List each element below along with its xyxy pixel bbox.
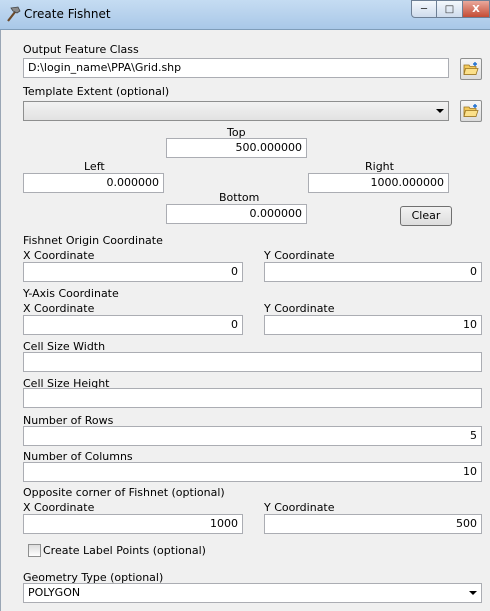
- geometry-type-dropdown[interactable]: POLYGON: [23, 583, 482, 603]
- browse-template-button[interactable]: [460, 100, 482, 122]
- chevron-down-icon: [436, 109, 444, 113]
- opposite-x-label: X Coordinate: [23, 501, 95, 514]
- extent-bottom-input[interactable]: 0.000000: [166, 204, 307, 224]
- extent-bottom-label: Bottom: [219, 191, 260, 204]
- origin-heading: Fishnet Origin Coordinate: [23, 234, 163, 247]
- output-feature-class-label: Output Feature Class: [23, 43, 139, 56]
- minimize-button[interactable]: ─: [411, 0, 437, 18]
- extent-right-input[interactable]: 1000.000000: [308, 173, 449, 193]
- window-controls: ─ □ X: [411, 0, 490, 20]
- opposite-corner-heading: Opposite corner of Fishnet (optional): [23, 486, 225, 499]
- create-label-points-checkbox[interactable]: [28, 544, 41, 557]
- cell-size-width-input[interactable]: [23, 352, 482, 372]
- opposite-y-label: Y Coordinate: [264, 501, 335, 514]
- yaxis-y-input[interactable]: 10: [264, 315, 482, 335]
- chevron-down-icon: [469, 591, 477, 595]
- hammer-icon: [4, 5, 22, 23]
- yaxis-x-label: X Coordinate: [23, 302, 95, 315]
- extent-left-input[interactable]: 0.000000: [23, 173, 164, 193]
- origin-x-input[interactable]: 0: [23, 262, 243, 282]
- number-of-columns-input[interactable]: 10: [23, 462, 482, 482]
- tool-dialog-panel: Output Feature Class D:\login_name\PPA\G…: [0, 30, 490, 611]
- maximize-button[interactable]: □: [437, 0, 463, 18]
- create-label-points-label: Create Label Points (optional): [43, 544, 206, 557]
- cell-size-height-input[interactable]: [23, 388, 482, 408]
- window-title: Create Fishnet: [24, 7, 111, 21]
- opposite-x-input[interactable]: 1000: [23, 514, 243, 534]
- geometry-type-value: POLYGON: [28, 586, 81, 599]
- origin-x-label: X Coordinate: [23, 249, 95, 262]
- template-extent-dropdown[interactable]: [23, 101, 449, 121]
- output-feature-class-input[interactable]: D:\login_name\PPA\Grid.shp: [23, 58, 449, 78]
- template-extent-label: Template Extent (optional): [23, 85, 170, 98]
- extent-top-input[interactable]: 500.000000: [166, 138, 307, 158]
- close-button[interactable]: X: [463, 0, 490, 18]
- clear-extent-button[interactable]: Clear: [400, 206, 452, 226]
- title-bar[interactable]: Create Fishnet ─ □ X: [0, 0, 490, 30]
- origin-y-input[interactable]: 0: [264, 262, 482, 282]
- yaxis-heading: Y-Axis Coordinate: [23, 287, 119, 300]
- yaxis-y-label: Y Coordinate: [264, 302, 335, 315]
- yaxis-x-input[interactable]: 0: [23, 315, 243, 335]
- opposite-y-input[interactable]: 500: [264, 514, 482, 534]
- extent-right-label: Right: [365, 160, 394, 173]
- extent-left-label: Left: [84, 160, 105, 173]
- open-folder-icon: [463, 62, 479, 75]
- origin-y-label: Y Coordinate: [264, 249, 335, 262]
- number-of-rows-input[interactable]: 5: [23, 426, 482, 446]
- open-folder-icon: [463, 104, 479, 117]
- browse-output-button[interactable]: [460, 58, 482, 80]
